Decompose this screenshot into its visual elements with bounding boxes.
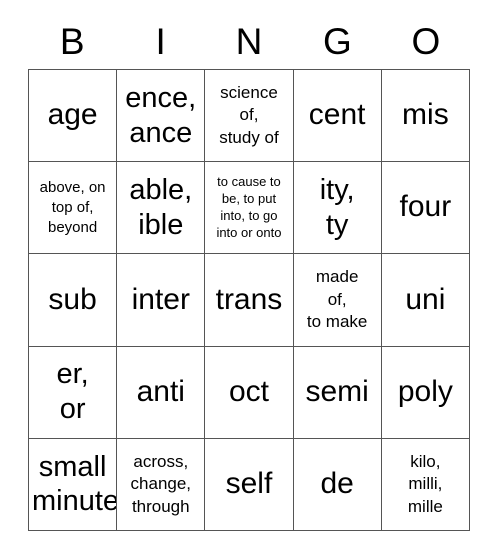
header-letter-i: I — [155, 21, 166, 62]
bingo-row: above, on top of, beyond able, ible to caus… — [27, 161, 471, 255]
bingo-cell[interactable]: oct — [204, 345, 294, 439]
bingo-row: age ence, ance science of, study of cent mi… — [27, 68, 471, 163]
bingo-cell-text: semi — [305, 374, 369, 408]
bingo-cell-text: able, ible — [129, 173, 193, 241]
bingo-cell-text: small minute — [32, 450, 117, 518]
bingo-cell-text: self — [225, 466, 273, 500]
bingo-cell[interactable]: er, or — [27, 345, 118, 439]
bingo-cell[interactable]: trans — [204, 253, 294, 347]
bingo-cell-text: sub — [48, 282, 97, 316]
bingo-cell[interactable]: mis — [380, 68, 471, 163]
bingo-cell[interactable]: four — [380, 161, 471, 255]
bingo-cell-text: poly — [397, 374, 453, 408]
bingo-cell[interactable]: ence, ance — [116, 68, 206, 163]
bingo-cell-text: ity, ty — [319, 173, 355, 241]
bingo-cell[interactable]: ity, ty — [292, 161, 382, 255]
bingo-card: B I N G O age ence, ance science of, study … — [0, 0, 500, 544]
bingo-cell-text: oct — [228, 374, 269, 408]
bingo-cell[interactable]: kilo, milli, mille — [380, 437, 471, 531]
header-letter-n: N — [235, 21, 263, 62]
bingo-row: er, or anti oct semi poly — [27, 345, 471, 439]
bingo-cell-text: science of, study of — [219, 82, 279, 147]
bingo-cell[interactable]: cent — [292, 68, 382, 163]
bingo-cell-text: trans — [215, 282, 283, 316]
bingo-cell-text: above, on top of, beyond — [39, 178, 106, 236]
bingo-cell-text: cent — [308, 98, 366, 132]
bingo-header: B I N G O — [28, 16, 470, 68]
bingo-cell[interactable]: able, ible — [116, 161, 206, 255]
bingo-cell[interactable]: inter — [116, 253, 206, 347]
bingo-cell-text: four — [399, 190, 452, 224]
bingo-cell-text: uni — [405, 282, 446, 316]
bingo-cell-text: mis — [402, 98, 449, 132]
bingo-cell[interactable]: de — [292, 437, 382, 531]
bingo-cell[interactable]: uni — [380, 253, 471, 347]
bingo-cell[interactable]: poly — [380, 345, 471, 439]
bingo-cell[interactable]: science of, study of — [204, 68, 294, 163]
bingo-row: small minute across, change, through self d… — [27, 437, 471, 531]
bingo-cell[interactable]: anti — [116, 345, 206, 439]
bingo-cell-text: er, or — [56, 358, 89, 426]
bingo-cell[interactable]: to cause to be, to put into, to go into or … — [204, 161, 294, 255]
bingo-cell-text: made of, to make — [306, 267, 368, 332]
bingo-cell-text: kilo, milli, mille — [407, 451, 443, 516]
header-letter-o: O — [411, 21, 441, 62]
bingo-cell[interactable]: across, change, through — [116, 437, 206, 531]
bingo-cell[interactable]: semi — [292, 345, 382, 439]
header-letter-g: G — [323, 21, 352, 62]
header-letter-b: B — [59, 21, 85, 62]
bingo-cell-text: de — [320, 466, 354, 500]
bingo-cell-text: age — [47, 98, 98, 132]
bingo-cell-text: ence, ance — [125, 81, 197, 149]
bingo-row: sub inter trans made of, to make uni — [27, 253, 471, 347]
bingo-cell[interactable]: self — [204, 437, 294, 531]
bingo-grid: age ence, ance science of, study of cent mi… — [27, 68, 471, 531]
bingo-cell[interactable]: made of, to make — [292, 253, 382, 347]
bingo-cell[interactable]: sub — [27, 253, 118, 347]
bingo-cell-text: across, change, through — [130, 451, 192, 516]
bingo-cell-text: inter — [131, 282, 190, 316]
bingo-cell[interactable]: small minute — [27, 437, 118, 531]
bingo-cell[interactable]: age — [27, 68, 118, 163]
bingo-cell[interactable]: above, on top of, beyond — [27, 161, 118, 255]
bingo-cell-text: to cause to be, to put into, to go into or … — [216, 174, 282, 240]
bingo-cell-text: anti — [136, 374, 185, 408]
